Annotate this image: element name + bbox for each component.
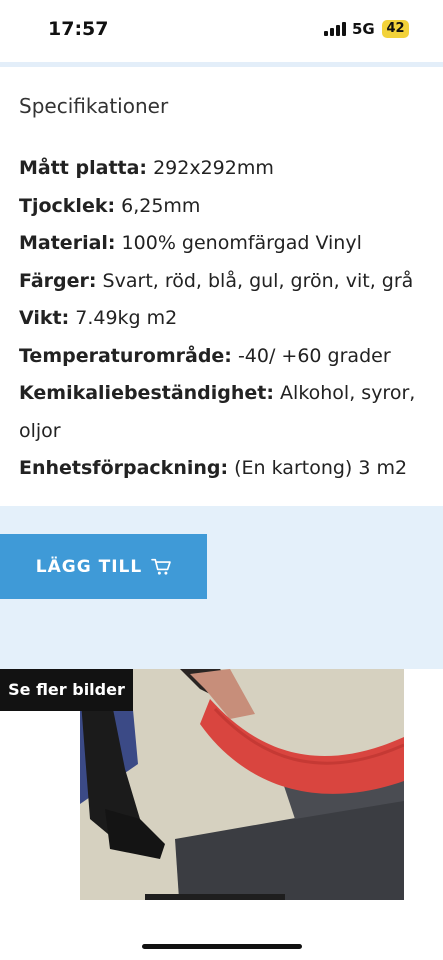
spec-label: Kemikaliebeständighet: xyxy=(19,382,274,404)
battery-icon: 42 xyxy=(382,20,409,38)
spec-value: -40/ +60 grader xyxy=(231,344,391,367)
spec-row-size: Mått platta: 292x292mm xyxy=(19,150,434,188)
spec-row-colors: Färger: Svart, röd, blå, gul, grön, vit,… xyxy=(19,263,434,301)
home-indicator[interactable] xyxy=(142,944,302,949)
spec-row-temperature: Temperaturområde: -40/ +60 grader xyxy=(19,338,434,376)
bottom-bar xyxy=(0,900,443,960)
cart-icon xyxy=(151,558,172,575)
spec-label: Enhetsförpackning: xyxy=(19,457,229,479)
see-more-images-button[interactable]: Se fler bilder xyxy=(0,669,133,711)
specs-heading: Specifikationer xyxy=(19,94,169,118)
add-to-cart-button[interactable]: LÄGG TILL xyxy=(0,534,207,599)
spec-label: Tjocklek: xyxy=(19,194,116,217)
header-divider xyxy=(0,62,443,67)
spec-value: Svart, röd, blå, gul, grön, vit, grå xyxy=(96,269,414,292)
spec-value: 6,25mm xyxy=(115,194,201,217)
add-to-cart-label: LÄGG TILL xyxy=(35,556,143,577)
spec-value: 100% genomfärgad Vinyl xyxy=(115,232,362,254)
spec-row-weight: Vikt: 7.49kg m2 xyxy=(19,300,434,338)
spec-list: Mått platta: 292x292mm Tjocklek: 6,25mm … xyxy=(19,150,434,488)
spec-row-thickness: Tjocklek: 6,25mm xyxy=(19,188,434,226)
network-label: 5G xyxy=(352,20,375,38)
status-time: 17:57 xyxy=(48,18,109,40)
spec-row-packaging: Enhetsförpackning: (En kartong) 3 m2 xyxy=(19,450,434,488)
spec-label: Färger: xyxy=(19,269,97,292)
spec-label: Mått platta: xyxy=(19,157,148,179)
spec-row-material: Material: 100% genomfärgad Vinyl xyxy=(19,225,434,263)
spec-label: Vikt: xyxy=(19,307,70,329)
spec-value: 292x292mm xyxy=(147,157,274,179)
spec-label: Material: xyxy=(19,232,116,254)
spec-value: (En kartong) 3 m2 xyxy=(228,457,408,479)
spec-value: 7.49kg m2 xyxy=(69,307,178,329)
spec-row-chemical: Kemikaliebeständighet: Alkohol, syror, o… xyxy=(19,375,434,450)
signal-icon xyxy=(324,22,346,36)
status-bar: 17:57 5G 42 xyxy=(0,0,443,62)
spec-label: Temperaturområde: xyxy=(19,344,232,367)
